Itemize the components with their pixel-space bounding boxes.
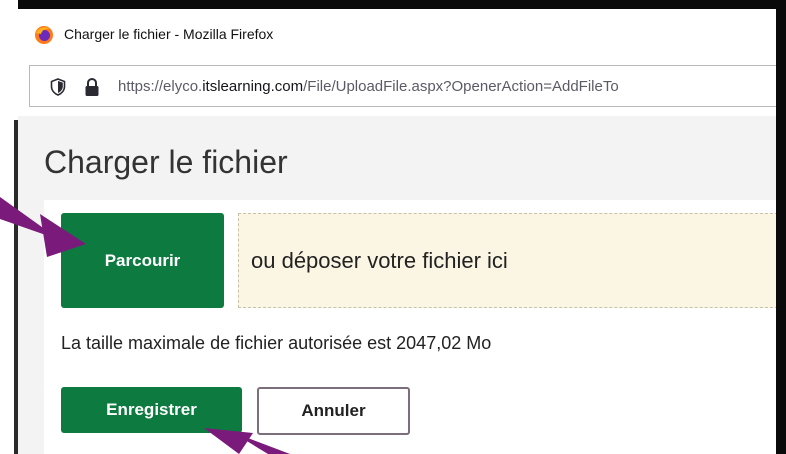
save-button-label: Enregistrer	[106, 400, 197, 419]
title-bar: Charger le fichier - Mozilla Firefox	[18, 9, 776, 53]
browser-window: Charger le fichier - Mozilla Firefox htt…	[18, 9, 776, 454]
file-drop-zone[interactable]: ou déposer votre fichier ici	[238, 213, 776, 308]
page-title: Charger le fichier	[44, 144, 288, 180]
lock-icon[interactable]	[84, 77, 100, 97]
firefox-logo-icon	[35, 26, 53, 44]
window-title: Charger le fichier - Mozilla Firefox	[64, 26, 274, 42]
browse-button-label: Parcourir	[104, 250, 181, 270]
cancel-button-label: Annuler	[301, 401, 366, 420]
shield-icon[interactable]	[50, 78, 66, 96]
page-content: Charger le fichier Parcourir ou déposer …	[18, 116, 776, 454]
address-bar[interactable]: https://elyco.itslearning.com/File/Uploa…	[29, 65, 776, 107]
drop-zone-text: ou déposer votre fichier ici	[251, 248, 508, 273]
url-prefix: https://elyco.	[118, 78, 203, 95]
desktop-top-edge	[0, 0, 786, 9]
max-file-size-text: La taille maximale de fichier autorisée …	[61, 333, 492, 353]
cancel-button[interactable]: Annuler	[257, 387, 410, 435]
browse-button[interactable]: Parcourir	[61, 213, 224, 308]
url-domain: itslearning.com	[202, 78, 304, 95]
upload-card: Parcourir ou déposer votre fichier ici L…	[44, 200, 776, 454]
save-button[interactable]: Enregistrer	[61, 387, 242, 433]
desktop-right-edge	[776, 0, 786, 454]
url-text[interactable]: https://elyco.itslearning.com/File/Uploa…	[118, 78, 619, 95]
url-suffix: /File/UploadFile.aspx?OpenerAction=AddFi…	[303, 78, 619, 95]
